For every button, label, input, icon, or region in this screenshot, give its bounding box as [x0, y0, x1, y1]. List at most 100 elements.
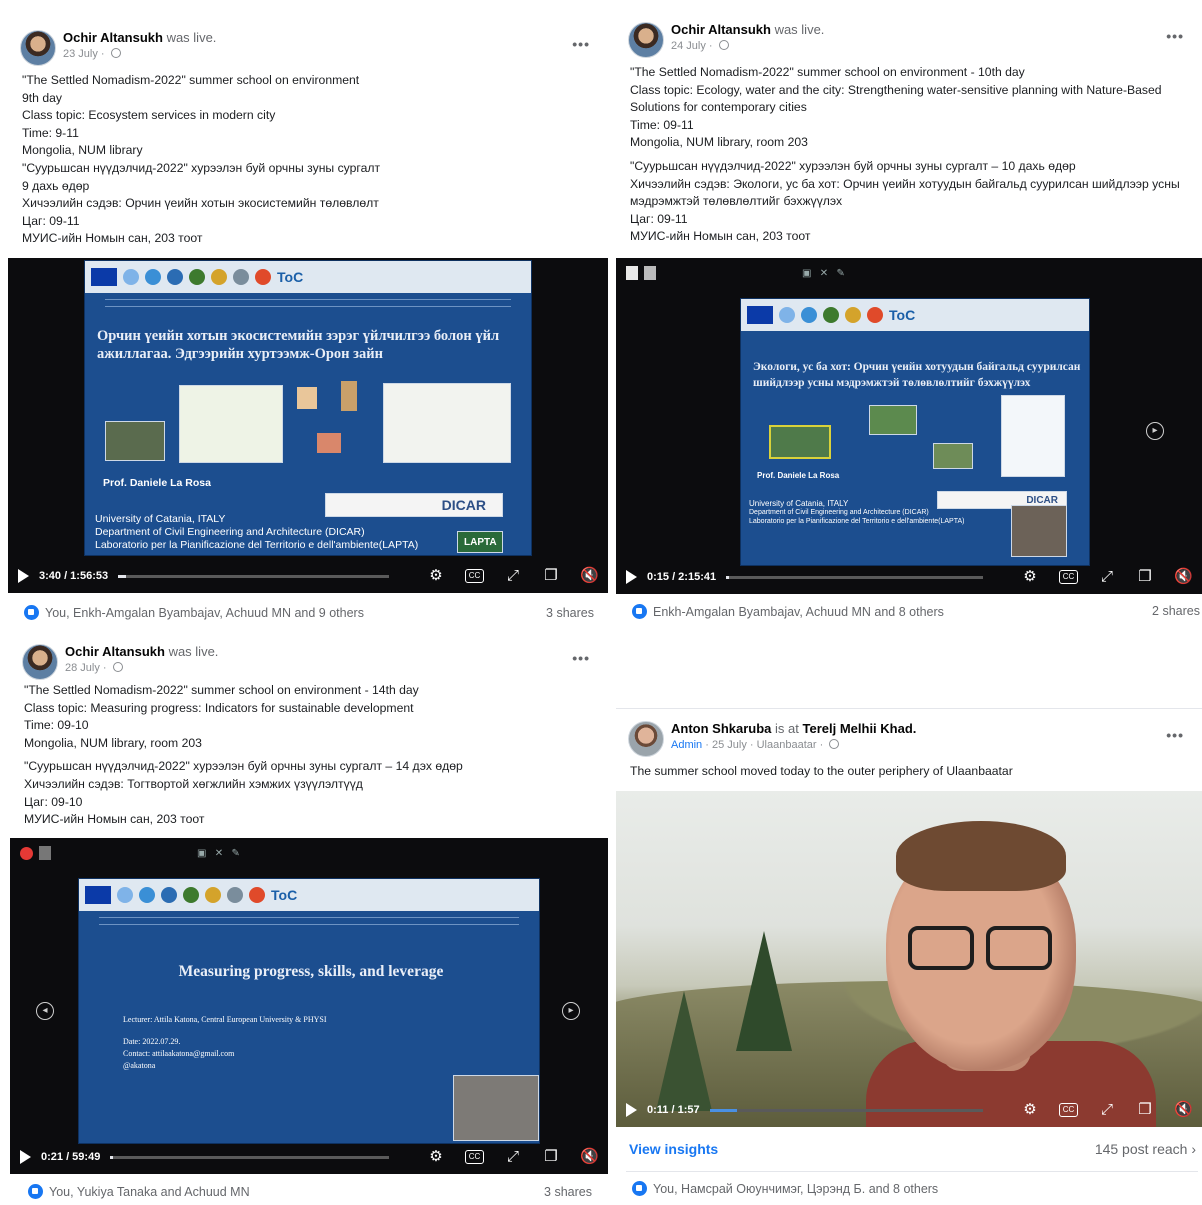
- pip-icon[interactable]: ❐: [1136, 569, 1154, 585]
- slide-subtitle-lines: [99, 917, 519, 925]
- logo-icon: [139, 887, 155, 903]
- author-name[interactable]: Ochir Altansukh: [63, 30, 163, 45]
- next-slide-icon[interactable]: ▸: [562, 1002, 580, 1020]
- cc-icon[interactable]: CC: [465, 1150, 484, 1164]
- text-line: Цаг: 09-11: [22, 213, 80, 228]
- post-reach[interactable]: 145 post reach ›: [1095, 1141, 1196, 1157]
- text-line: "The Settled Nomadism-2022" summer schoo…: [22, 73, 360, 87]
- avatar[interactable]: [628, 721, 664, 757]
- chevron-right-icon: ›: [1191, 1141, 1196, 1157]
- more-dots-icon[interactable]: •••: [572, 650, 590, 666]
- play-icon[interactable]: [18, 569, 29, 583]
- text-line: Хичээлийн сэдэв: Экологи, ус ба хот: Орч…: [630, 176, 1180, 209]
- globe-icon: [110, 48, 121, 58]
- more-dots-icon[interactable]: •••: [1166, 727, 1184, 743]
- post-date[interactable]: 25 July: [712, 739, 747, 751]
- selfie-video[interactable]: 0:11 / 1:57 ⚙ CC ⤢ ❐ 🔇: [616, 791, 1202, 1127]
- shares-count[interactable]: 2 shares: [1152, 604, 1200, 618]
- post-meta: 28 July ·: [65, 662, 123, 674]
- post-text: "The Settled Nomadism-2022" summer schoo…: [22, 72, 596, 248]
- text-line: Цаг: 09-10: [24, 794, 83, 809]
- pip-icon[interactable]: ❐: [542, 1149, 560, 1165]
- previous-slide-icon[interactable]: ◂: [36, 1002, 54, 1020]
- slide-subtitle-lines: [105, 299, 511, 307]
- slide-logo-strip: ToC: [79, 879, 539, 911]
- post-location[interactable]: Ulaanbaatar: [757, 739, 817, 751]
- text-line: Mongolia, NUM library: [22, 143, 143, 158]
- partner-logos: ToC: [85, 884, 459, 906]
- pip-icon[interactable]: ❐: [542, 568, 560, 584]
- pause-icon[interactable]: [626, 266, 638, 280]
- cc-icon[interactable]: CC: [1059, 1103, 1078, 1117]
- reactions-summary[interactable]: You, Намсрай Оюунчимэг, Цэрэнд Б. and 8 …: [632, 1181, 938, 1196]
- cc-icon[interactable]: CC: [1059, 570, 1078, 584]
- more-dots-icon[interactable]: •••: [1166, 28, 1184, 44]
- live-video[interactable]: ▣ ✕ ✎ ToC Экологи, ус ба хот: Орчин үеий…: [616, 258, 1202, 594]
- pip-icon[interactable]: ❐: [1136, 1102, 1154, 1118]
- logo-icon: [249, 887, 265, 903]
- video-progress-bar[interactable]: [110, 1155, 389, 1159]
- view-insights-link[interactable]: View insights: [629, 1141, 718, 1157]
- post-text: "The Settled Nomadism-2022" summer schoo…: [24, 682, 596, 829]
- cc-icon[interactable]: CC: [465, 569, 484, 583]
- place-name[interactable]: Terelj Melhii Khad.: [803, 721, 917, 736]
- play-icon[interactable]: [626, 1103, 637, 1117]
- gear-icon[interactable]: ⚙: [1021, 569, 1039, 585]
- text-line: The summer school moved today to the out…: [630, 764, 1013, 778]
- record-icon[interactable]: [20, 846, 33, 860]
- live-video[interactable]: ToC Орчин үеийн хотын экосистемийн зэрэг…: [8, 258, 608, 593]
- post-3: Ochir Altansukh was live. 28 July · ••• …: [10, 632, 608, 1205]
- pause-icon[interactable]: [39, 846, 51, 860]
- post-reach-text: 145 post reach: [1094, 1141, 1188, 1157]
- gear-icon[interactable]: ⚙: [427, 568, 445, 584]
- avatar[interactable]: [22, 644, 58, 680]
- eu-flag-icon: [85, 886, 111, 904]
- reactions-summary[interactable]: Enkh-Amgalan Byambajav, Achuud MN and 8 …: [632, 604, 944, 619]
- slide-title: Measuring progress, skills, and leverage: [178, 963, 444, 980]
- play-icon[interactable]: [626, 570, 637, 584]
- expand-icon[interactable]: ⤢: [1098, 569, 1116, 585]
- gear-icon[interactable]: ⚙: [1021, 1102, 1039, 1118]
- text-line: Цаг: 09-11: [630, 211, 688, 226]
- slide-org: Department of Civil Engineering and Arch…: [749, 509, 929, 516]
- author-name[interactable]: Anton Shkaruba: [671, 721, 771, 736]
- presentation-slide: ToC Орчин үеийн хотын экосистемийн зэрэг…: [84, 260, 532, 556]
- post-4: Anton Shkaruba is at Terelj Melhii Khad.…: [616, 708, 1202, 1205]
- post-date[interactable]: 28 July: [65, 662, 100, 674]
- gear-icon[interactable]: ⚙: [427, 1149, 445, 1165]
- mute-icon[interactable]: 🔇: [1174, 1102, 1193, 1118]
- video-progress-bar[interactable]: [118, 574, 389, 578]
- live-video[interactable]: ▣ ✕ ✎ ToC Measuring progress, skills, an…: [10, 838, 608, 1174]
- text-line: 9th day: [22, 90, 62, 105]
- next-slide-icon[interactable]: ▸: [1146, 422, 1164, 440]
- slide-org: Laboratorio per la Pianificazione del Te…: [95, 539, 419, 551]
- expand-icon[interactable]: ⤢: [504, 1149, 522, 1165]
- video-progress-fill: [110, 1155, 114, 1159]
- shares-count[interactable]: 3 shares: [544, 1185, 592, 1199]
- avatar[interactable]: [20, 30, 56, 66]
- play-icon[interactable]: [20, 1150, 31, 1164]
- tree: [736, 931, 792, 1051]
- post-date[interactable]: 24 July: [671, 40, 706, 52]
- mute-icon[interactable]: 🔇: [1174, 569, 1193, 585]
- shares-count[interactable]: 3 shares: [546, 606, 594, 620]
- video-progress-bar[interactable]: [709, 1108, 983, 1112]
- reactions-summary[interactable]: You, Enkh-Amgalan Byambajav, Achuud MN a…: [24, 605, 364, 620]
- reactions-summary[interactable]: You, Yukiya Tanaka and Achuud MN: [28, 1184, 250, 1199]
- speaker-webcam: [1011, 505, 1067, 557]
- logo-icon: [211, 269, 227, 285]
- post-date[interactable]: 23 July: [63, 48, 98, 60]
- stop-icon[interactable]: [644, 266, 656, 280]
- expand-icon[interactable]: ⤢: [1098, 1102, 1116, 1118]
- video-progress-fill: [726, 575, 729, 579]
- author-name[interactable]: Ochir Altansukh: [65, 644, 165, 659]
- mute-icon[interactable]: 🔇: [580, 568, 599, 584]
- more-dots-icon[interactable]: •••: [572, 36, 590, 52]
- expand-icon[interactable]: ⤢: [504, 568, 522, 584]
- globe-icon: [112, 662, 123, 672]
- reactions-text: Enkh-Amgalan Byambajav, Achuud MN and 8 …: [653, 605, 944, 619]
- mute-icon[interactable]: 🔇: [580, 1149, 599, 1165]
- author-name[interactable]: Ochir Altansukh: [671, 22, 771, 37]
- avatar[interactable]: [628, 22, 664, 58]
- video-progress-bar[interactable]: [726, 575, 983, 579]
